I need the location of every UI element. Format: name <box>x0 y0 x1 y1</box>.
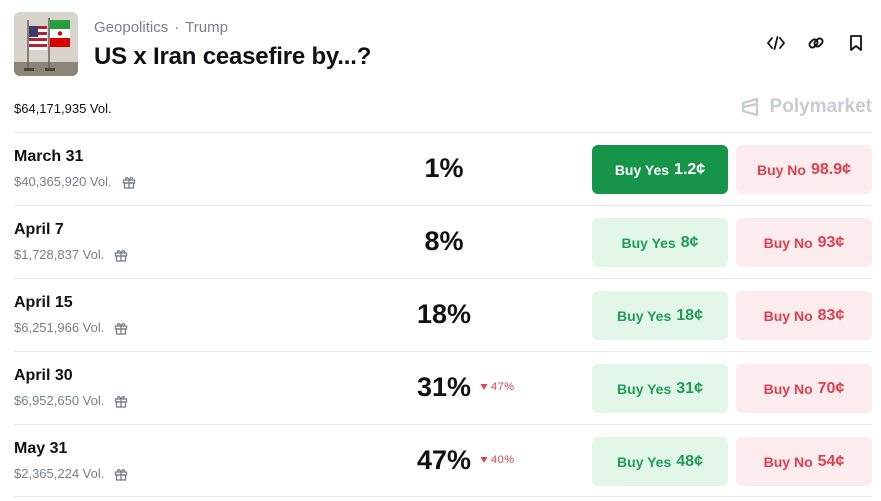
buy-no-price: 70¢ <box>817 379 845 397</box>
header-toolbar <box>765 32 867 54</box>
buy-no-label: Buy No <box>763 380 813 397</box>
market-thumbnail[interactable] <box>14 12 78 76</box>
buy-yes-label: Buy Yes <box>614 161 670 178</box>
code-embed-icon <box>767 36 785 50</box>
market-percent: 47% <box>416 445 472 475</box>
market-volume-text: $40,365,920 Vol. <box>14 174 112 189</box>
buy-yes-button[interactable]: Buy Yes 8¢ <box>592 218 728 267</box>
total-volume: $64,171,935 Vol. <box>14 101 112 116</box>
copy-link-button[interactable] <box>805 32 827 54</box>
market-percent: 18% <box>416 299 472 329</box>
market-volume: $2,365,224 Vol. <box>14 466 128 481</box>
buy-no-label: Buy No <box>756 161 806 178</box>
breadcrumb-separator: · <box>174 19 180 36</box>
buy-no-price: 83¢ <box>817 306 845 324</box>
buy-yes-price: 1.2¢ <box>674 160 706 178</box>
market-row[interactable]: April 15 $6,251,966 Vol. 18% Buy Yes 18¢… <box>14 278 872 351</box>
market-percent: 8% <box>424 226 464 256</box>
buy-no-label: Buy No <box>763 453 813 470</box>
market-list: March 31 $40,365,920 Vol. 1% Buy Yes 1.2… <box>14 132 872 497</box>
market-percent: 31% <box>416 372 472 402</box>
bookmark-icon <box>850 35 862 51</box>
tag-link[interactable]: Trump <box>185 19 228 36</box>
buy-yes-button[interactable]: Buy Yes 1.2¢ <box>592 145 728 194</box>
market-row[interactable]: May 31 $2,365,224 Vol. 47% 40% Buy Yes 4… <box>14 424 872 497</box>
market-volume-text: $2,365,224 Vol. <box>14 466 105 481</box>
down-triangle-icon <box>480 384 488 390</box>
link-icon <box>808 37 824 49</box>
market-volume-text: $6,952,650 Vol. <box>14 393 105 408</box>
market-row[interactable]: April 30 $6,952,650 Vol. 31% 47% Buy Yes… <box>14 351 872 424</box>
gift-icon[interactable] <box>114 321 128 335</box>
change-indicator: 40% <box>480 454 515 466</box>
breadcrumb: Geopolitics · Trump <box>94 19 228 36</box>
market-volume: $6,251,966 Vol. <box>14 320 128 335</box>
change-value: 40% <box>491 454 515 466</box>
gift-icon[interactable] <box>122 175 136 189</box>
down-triangle-icon <box>480 457 488 463</box>
gift-icon[interactable] <box>114 467 128 481</box>
buy-no-button[interactable]: Buy No 93¢ <box>736 218 872 267</box>
market-volume-text: $1,728,837 Vol. <box>14 247 105 262</box>
buy-yes-price: 48¢ <box>676 452 703 470</box>
market-row[interactable]: March 31 $40,365,920 Vol. 1% Buy Yes 1.2… <box>14 132 872 205</box>
brand-name: Polymarket <box>769 96 872 117</box>
buy-no-price: 98.9¢ <box>810 160 852 178</box>
buy-yes-label: Buy Yes <box>617 307 672 324</box>
market-volume: $6,952,650 Vol. <box>14 393 128 408</box>
buy-no-price: 54¢ <box>817 452 845 470</box>
market-percent: 1% <box>424 153 464 183</box>
buy-yes-button[interactable]: Buy Yes 31¢ <box>592 364 728 413</box>
buy-no-label: Buy No <box>763 234 813 251</box>
polymarket-brand: Polymarket <box>740 96 872 118</box>
page-title: US x Iran ceasefire by...? <box>94 43 372 70</box>
gift-icon[interactable] <box>114 248 128 262</box>
market-volume: $40,365,920 Vol. <box>14 174 136 189</box>
buy-yes-button[interactable]: Buy Yes 18¢ <box>592 291 728 340</box>
market-date[interactable]: April 30 <box>14 367 73 385</box>
buy-no-button[interactable]: Buy No 83¢ <box>736 291 872 340</box>
buy-yes-label: Buy Yes <box>621 234 676 251</box>
change-indicator: 47% <box>480 381 515 393</box>
buy-yes-price: 8¢ <box>680 233 699 251</box>
market-date[interactable]: April 7 <box>14 221 64 239</box>
category-link[interactable]: Geopolitics <box>94 19 168 36</box>
buy-yes-price: 31¢ <box>676 379 703 397</box>
market-volume-text: $6,251,966 Vol. <box>14 320 105 335</box>
flags-image <box>14 12 78 76</box>
market-date[interactable]: May 31 <box>14 440 67 458</box>
embed-button[interactable] <box>765 32 787 54</box>
market-row[interactable]: April 7 $1,728,837 Vol. 8% Buy Yes 8¢ Bu… <box>14 205 872 278</box>
market-date[interactable]: April 15 <box>14 294 73 312</box>
buy-no-price: 93¢ <box>817 233 845 251</box>
buy-no-button[interactable]: Buy No 70¢ <box>736 364 872 413</box>
buy-yes-button[interactable]: Buy Yes 48¢ <box>592 437 728 486</box>
buy-yes-label: Buy Yes <box>617 453 672 470</box>
buy-no-button[interactable]: Buy No 54¢ <box>736 437 872 486</box>
buy-yes-price: 18¢ <box>676 306 703 324</box>
bookmark-button[interactable] <box>845 32 867 54</box>
buy-no-button[interactable]: Buy No 98.9¢ <box>736 145 872 194</box>
gift-icon[interactable] <box>114 394 128 408</box>
buy-yes-label: Buy Yes <box>617 380 672 397</box>
buy-no-label: Buy No <box>763 307 813 324</box>
polymarket-logo-icon <box>741 97 758 117</box>
market-volume: $1,728,837 Vol. <box>14 247 128 262</box>
market-date[interactable]: March 31 <box>14 148 83 166</box>
change-value: 47% <box>491 381 515 393</box>
